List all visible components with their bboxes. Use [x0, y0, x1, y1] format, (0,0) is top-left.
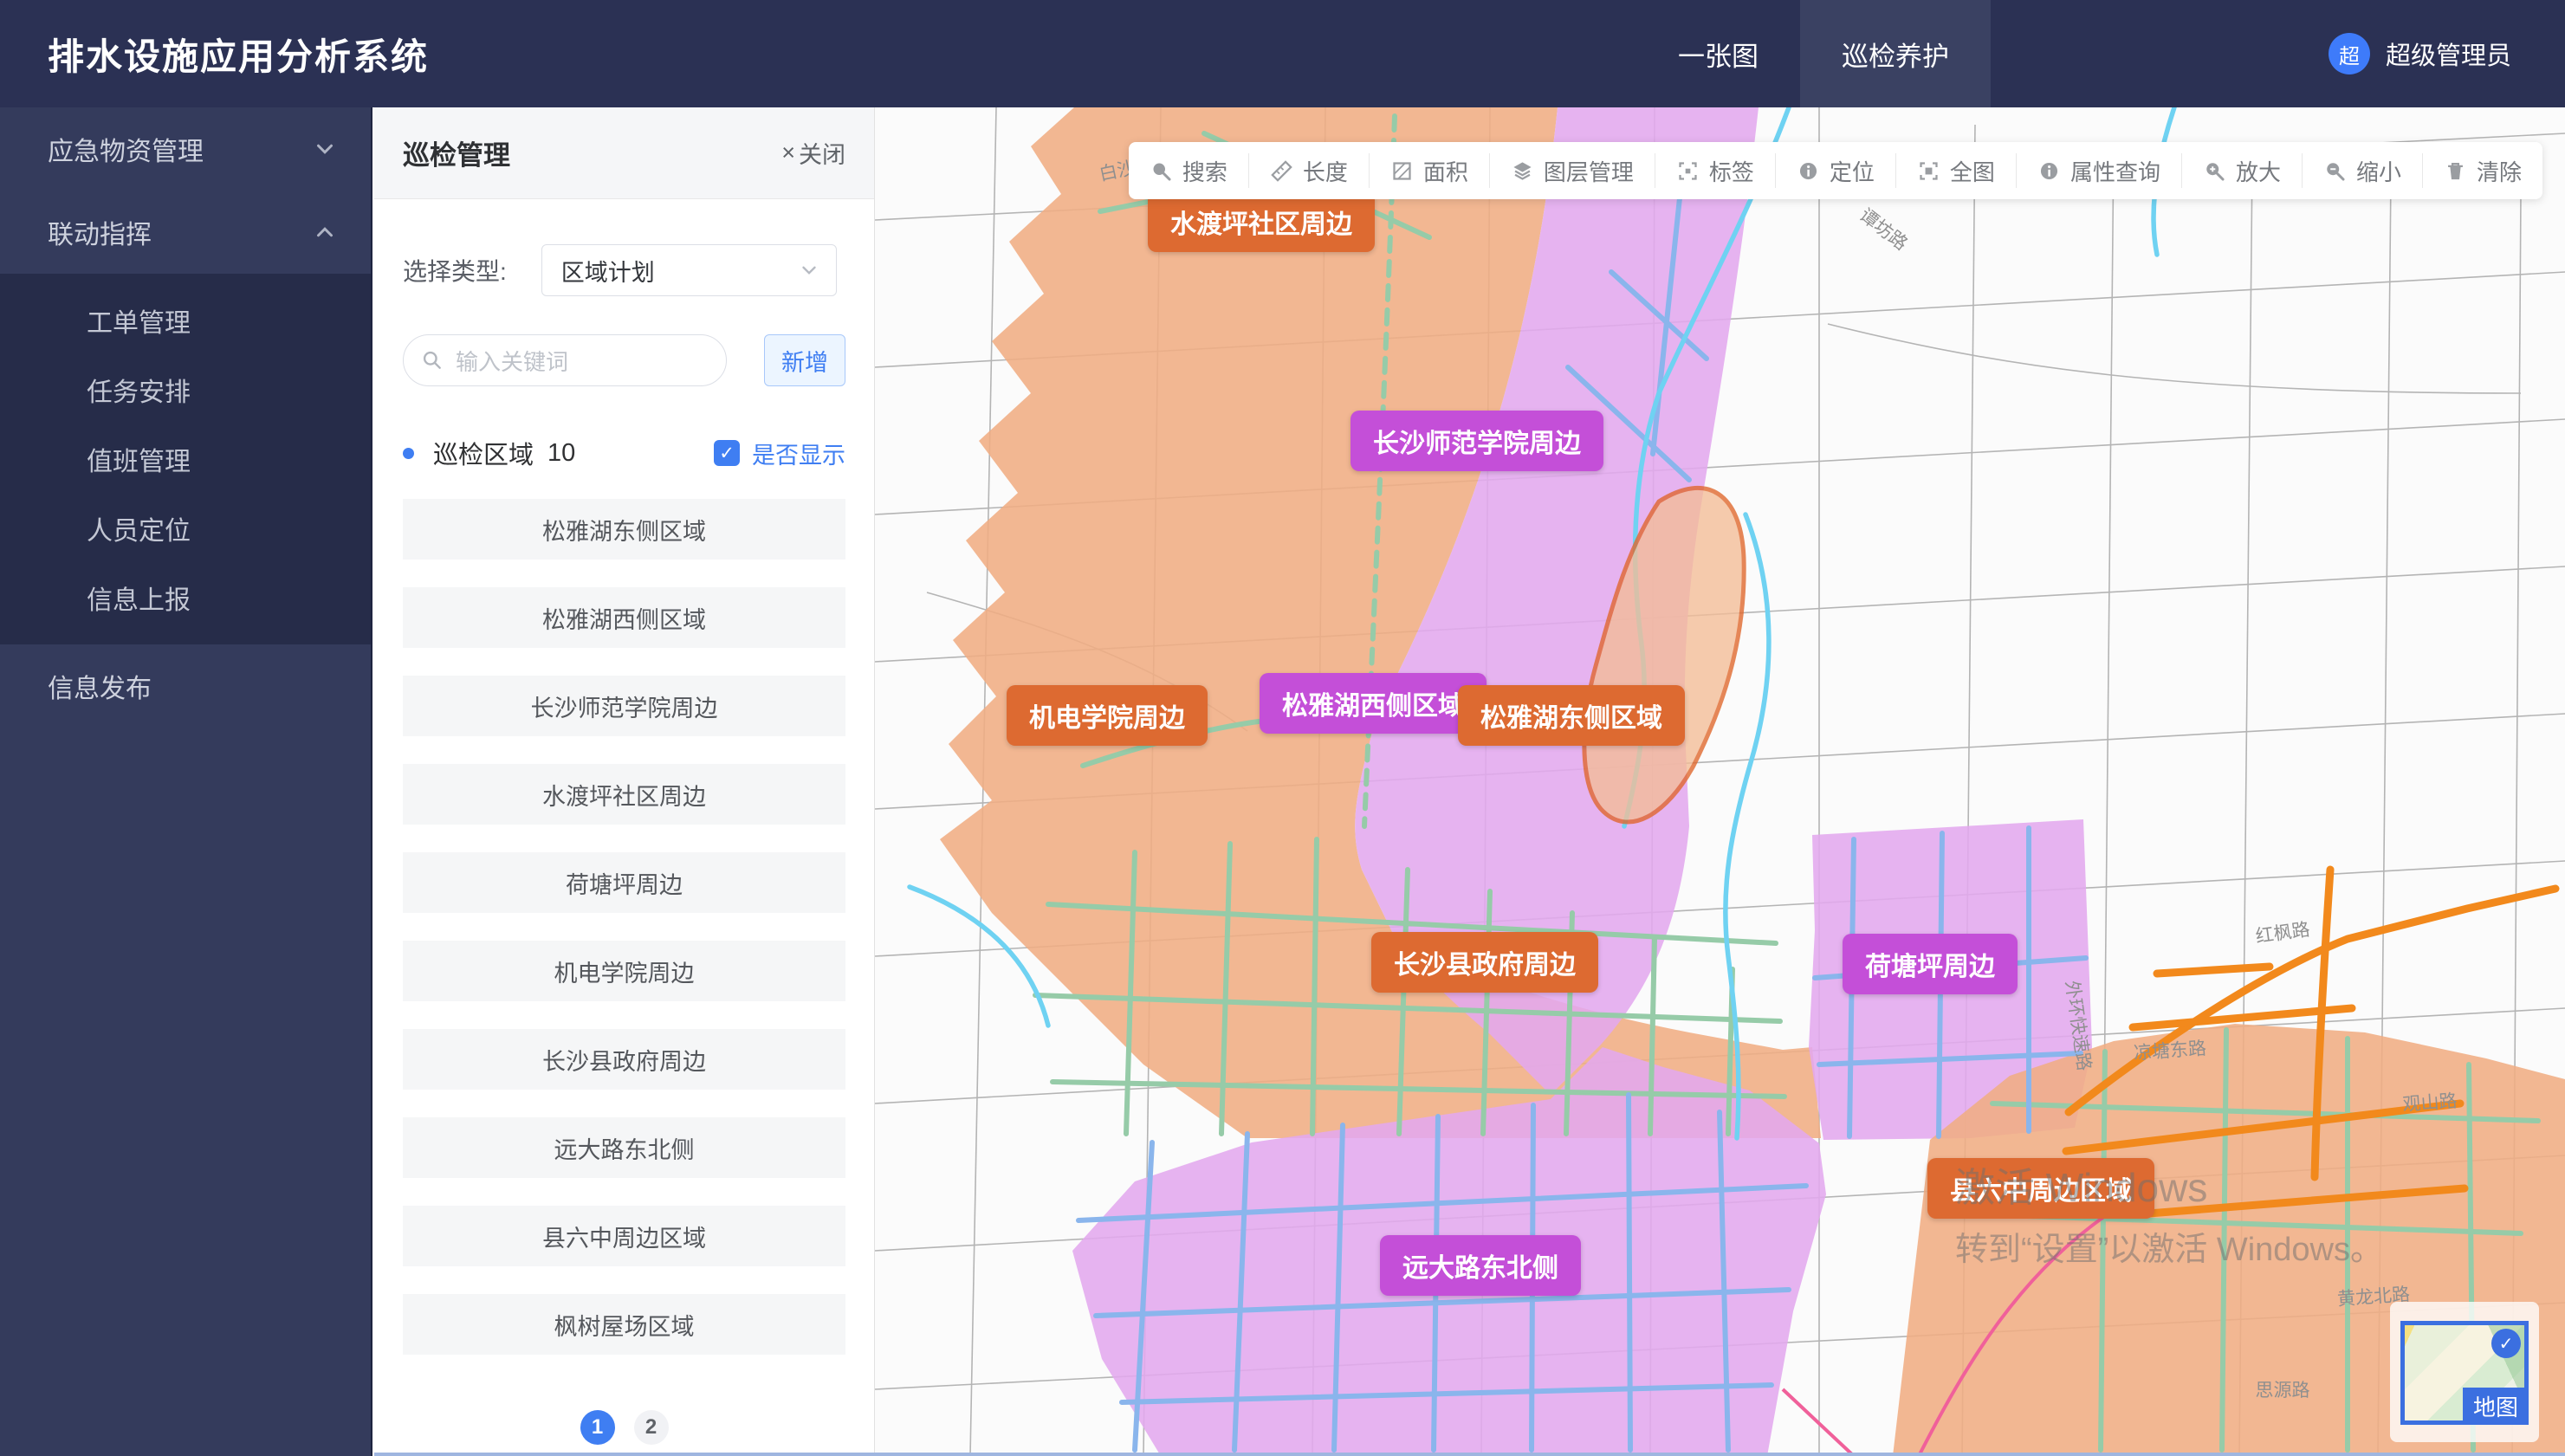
- locate-icon: [1797, 159, 1820, 183]
- map-region-label[interactable]: 机电学院周边: [1007, 685, 1208, 746]
- basemap-switcher: ✓ 地图: [2390, 1302, 2539, 1442]
- close-button[interactable]: ×关闭: [781, 136, 845, 170]
- length-tool-button[interactable]: 长度: [1248, 153, 1369, 188]
- app-title: 排水设施应用分析系统: [48, 28, 429, 81]
- layers-icon: [1511, 159, 1534, 183]
- list-title: 巡检区域: [433, 435, 534, 471]
- label-tool-button[interactable]: 标签: [1655, 153, 1775, 188]
- sidebar-submenu: 工单管理 任务安排 值班管理 人员定位 信息上报: [0, 274, 371, 644]
- map-toolbar: 搜索 长度 面积 图层管理 标签 定位 全图 属性查询: [1129, 142, 2542, 199]
- list-item[interactable]: 枫树屋场区域: [403, 1294, 845, 1355]
- road-label: 思源路: [2256, 1376, 2310, 1402]
- zoom-in-button[interactable]: 放大: [2181, 153, 2302, 188]
- check-icon: ✓: [2491, 1329, 2521, 1358]
- user-name: 超级管理员: [2386, 36, 2511, 72]
- map-region-label[interactable]: 远大路东北侧: [1380, 1235, 1581, 1296]
- close-icon: ×: [781, 139, 795, 166]
- search-input[interactable]: 输入关键词: [403, 334, 727, 386]
- full-extent-button[interactable]: 全图: [1895, 153, 2016, 188]
- list-item[interactable]: 荷塘坪周边: [403, 852, 845, 913]
- zoom-out-icon: [2323, 159, 2347, 183]
- search-tool-button[interactable]: 搜索: [1129, 153, 1248, 188]
- road-label: 观山路: [2402, 1087, 2458, 1116]
- list-item[interactable]: 机电学院周边: [403, 941, 845, 1001]
- zoom-out-button[interactable]: 缩小: [2302, 153, 2422, 188]
- trash-icon: [2444, 159, 2467, 183]
- add-button[interactable]: 新增: [764, 334, 845, 386]
- map-region-label[interactable]: 长沙师范学院周边: [1351, 411, 1603, 471]
- sidebar-item-task-assignment[interactable]: 任务安排: [0, 355, 371, 424]
- map-region-label[interactable]: 荷塘坪周边: [1843, 934, 2018, 994]
- bottom-accent-line: [374, 1453, 2565, 1456]
- road-label: 凉塘东路: [2133, 1034, 2207, 1065]
- list-item[interactable]: 县六中周边区域: [403, 1206, 845, 1266]
- type-select-value: 区域计划: [561, 254, 798, 288]
- map-region-label[interactable]: 松雅湖东侧区域: [1458, 685, 1685, 746]
- bullet-dot-icon: [403, 448, 414, 459]
- type-select[interactable]: 区域计划: [541, 244, 837, 296]
- chevron-up-icon: [312, 219, 338, 245]
- list-count: 10: [547, 439, 575, 468]
- area-hatch-icon: [1390, 159, 1414, 183]
- map-region-label[interactable]: 水渡坪社区周边: [1148, 191, 1375, 252]
- top-navbar: 排水设施应用分析系统 一张图 巡检养护 超 超级管理员: [0, 0, 2565, 107]
- info-icon: [2037, 159, 2061, 183]
- sidebar-item-info-report[interactable]: 信息上报: [0, 563, 371, 632]
- list-item[interactable]: 松雅湖东侧区域: [403, 499, 845, 560]
- avatar[interactable]: 超: [2329, 33, 2370, 74]
- search-placeholder: 输入关键词: [456, 345, 568, 377]
- sidebar-item-info-publish[interactable]: 信息发布: [0, 644, 371, 728]
- list-item[interactable]: 远大路东北侧: [403, 1117, 845, 1178]
- tag-brackets-icon: [1676, 159, 1700, 183]
- user-menu[interactable]: 超 超级管理员: [2329, 33, 2511, 74]
- show-checkbox[interactable]: ✓: [714, 440, 740, 466]
- locate-tool-button[interactable]: 定位: [1775, 153, 1895, 188]
- type-select-label: 选择类型:: [403, 253, 507, 288]
- map-canvas[interactable]: 白沙河路 谭坊路 红枫路 凉塘东路 观山路 外环快速路 黄龙北路 思源路 水渡坪…: [875, 107, 2565, 1456]
- list-item[interactable]: 松雅湖西侧区域: [403, 587, 845, 648]
- map-region-label[interactable]: 长沙县政府周边: [1371, 932, 1598, 993]
- layer-manager-button[interactable]: 图层管理: [1489, 153, 1655, 188]
- sidebar-item-personnel-location[interactable]: 人员定位: [0, 494, 371, 563]
- sidebar-item-work-orders[interactable]: 工单管理: [0, 286, 371, 355]
- sidebar-item-linked-command[interactable]: 联动指挥: [0, 191, 371, 274]
- sidebar-item-emergency-supplies[interactable]: 应急物资管理: [0, 107, 371, 191]
- sidebar: 应急物资管理 联动指挥 工单管理 任务安排 值班管理 人员定位 信息上报 信息发…: [0, 107, 372, 1456]
- list-item[interactable]: 长沙县政府周边: [403, 1029, 845, 1090]
- page-button-2[interactable]: 2: [634, 1410, 669, 1445]
- windows-activation-watermark: 激活 Windows 转到“设置”以激活 Windows。: [1955, 1156, 2383, 1270]
- tab-one-map[interactable]: 一张图: [1636, 0, 1800, 107]
- list-item[interactable]: 水渡坪社区周边: [403, 764, 845, 825]
- search-icon: [1150, 159, 1173, 183]
- map-region-label[interactable]: 松雅湖西侧区域: [1260, 673, 1487, 734]
- panel-header: 巡检管理 ×关闭: [374, 107, 874, 199]
- show-checkbox-label[interactable]: 是否显示: [752, 437, 845, 470]
- area-tool-button[interactable]: 面积: [1369, 153, 1489, 188]
- list-item[interactable]: 长沙师范学院周边: [403, 676, 845, 736]
- tab-inspection-maintenance[interactable]: 巡检养护: [1800, 0, 1991, 107]
- panel-title: 巡检管理: [403, 133, 781, 172]
- chevron-down-icon: [312, 136, 338, 162]
- chevron-down-icon: [798, 259, 820, 281]
- ruler-icon: [1270, 159, 1293, 183]
- clear-button[interactable]: 清除: [2422, 153, 2542, 188]
- full-map-icon: [1917, 159, 1940, 183]
- pagination: 1 2: [403, 1410, 845, 1445]
- page-button-1[interactable]: 1: [580, 1410, 615, 1445]
- sidebar-item-duty-management[interactable]: 值班管理: [0, 424, 371, 494]
- search-icon: [421, 349, 444, 372]
- attribute-query-button[interactable]: 属性查询: [2016, 153, 2181, 188]
- basemap-thumbnail[interactable]: ✓ 地图: [2400, 1321, 2529, 1425]
- basemap-label: 地图: [2463, 1388, 2529, 1425]
- zoom-in-icon: [2203, 159, 2226, 183]
- inspection-panel: 巡检管理 ×关闭 选择类型: 区域计划 输入关键词 新增 巡检区域 10 ✓ 是…: [374, 107, 875, 1456]
